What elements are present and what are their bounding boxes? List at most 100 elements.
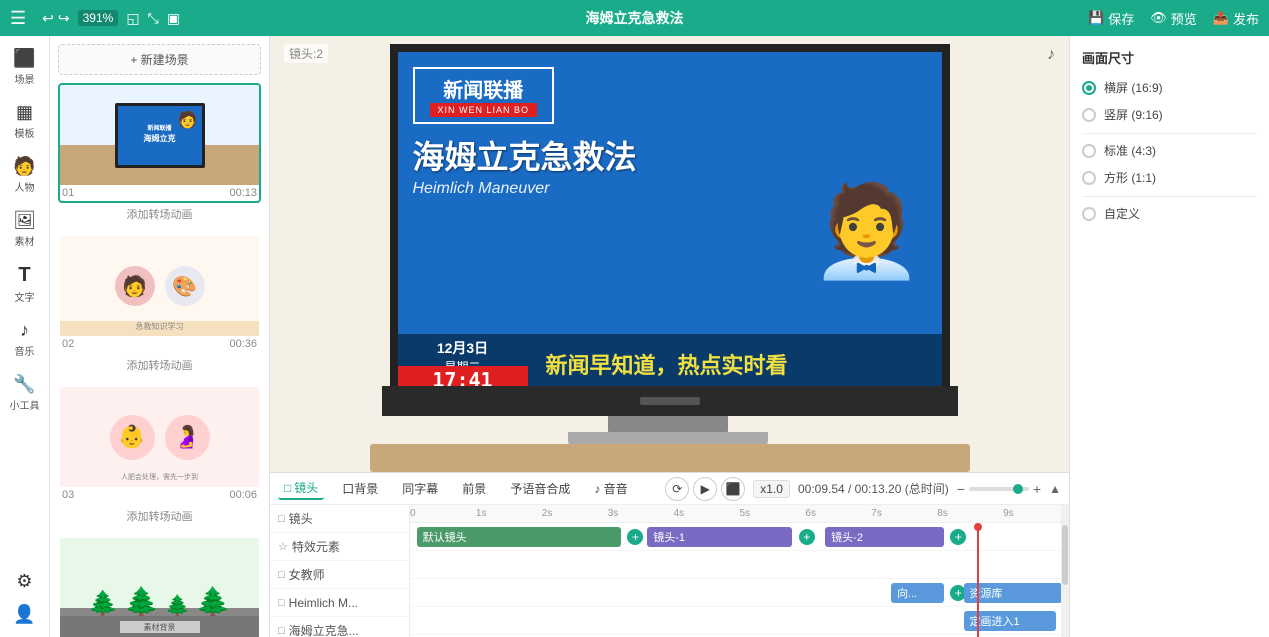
ruler-mark-0: 0 xyxy=(410,508,416,519)
speed-selector[interactable]: x1.0 xyxy=(753,480,790,498)
sidebar-item-material[interactable]: 🖼 素材 xyxy=(2,204,48,254)
sidebar-item-music[interactable]: ♪ 音乐 xyxy=(2,314,48,364)
radio-standard[interactable] xyxy=(1082,144,1096,158)
ruler-mark-6s: 6s xyxy=(805,508,816,519)
sidebar-item-template[interactable]: ▦ 模板 xyxy=(2,96,48,146)
tv-content: 新闻联播 XIN WEN LIAN BO 海姆立克急救法 Heimlich Ma… xyxy=(398,52,942,394)
sidebar-item-tools[interactable]: 🔧 小工具 xyxy=(2,368,48,418)
add-clip-btn-2[interactable]: + xyxy=(799,529,815,545)
ruler-mark-8s: 8s xyxy=(937,508,948,519)
fullscreen-icon[interactable]: ◱ xyxy=(126,10,139,27)
timeline-area: □ 镜头 口背景 同字幕 前景 予语音合成 ♪ 音音 xyxy=(270,472,1069,637)
scene-thumbnail-4[interactable]: 🌲 🌲 🌲 🌲 素材背景 04 00:06 xyxy=(58,536,261,637)
redo-button[interactable]: ↪ xyxy=(58,10,70,27)
undo-button[interactable]: ↩ xyxy=(42,10,54,27)
aspect-option-widescreen[interactable]: 横屏 (16:9) xyxy=(1082,79,1257,96)
scene-thumbnail-1[interactable]: 新闻联播海姆立克 🧑 01 00:13 xyxy=(58,83,261,203)
tl-subtitle-tab[interactable]: 同字幕 xyxy=(396,478,444,499)
account-icon: 👤 xyxy=(13,604,35,625)
clip-shot-2[interactable]: 镜头-2 xyxy=(825,527,944,547)
character-icon: 🧑 xyxy=(13,156,35,177)
tl-shot-tab[interactable]: □ 镜头 xyxy=(278,477,324,500)
effects-track xyxy=(410,551,1069,579)
timeline-collapse-button[interactable]: ▲ xyxy=(1049,482,1061,496)
teacher-track: 向... + 资源库 xyxy=(410,579,1069,607)
teacher-label-icon: □ xyxy=(278,569,285,581)
heimlich-track: 定画进入1 + xyxy=(410,607,1069,635)
anchor-figure: 🧑‍💼 xyxy=(810,187,922,277)
track-label-news: □ 海姆立克急... xyxy=(270,617,409,637)
add-clip-btn-1[interactable]: + xyxy=(627,529,643,545)
zoom-slider-thumb[interactable] xyxy=(1013,484,1023,494)
clip-teacher-1[interactable]: 向... xyxy=(891,583,944,603)
scene-thumb-image-1: 新闻联播海姆立克 🧑 xyxy=(60,85,259,185)
aspect-option-custom[interactable]: 自定义 xyxy=(1082,205,1257,222)
playhead-handle[interactable] xyxy=(974,523,982,531)
undo-redo-group: ↩ ↪ xyxy=(42,10,69,27)
sidebar-item-scene[interactable]: ⬛ 场景 xyxy=(2,42,48,92)
save-button[interactable]: 💾 保存 xyxy=(1088,9,1134,28)
news-anchor: 🧑‍💼 xyxy=(802,57,932,277)
scene-list: 新闻联播海姆立克 🧑 01 00:13 添加转场动画 🧑 xyxy=(50,83,269,637)
clip-default-shot[interactable]: 默认镜头 xyxy=(417,527,621,547)
aspect-option-standard[interactable]: 标准 (4:3) xyxy=(1082,142,1257,159)
document-title: 海姆立克急救法 xyxy=(586,8,684,28)
tv-desk xyxy=(370,444,970,472)
tl-voice-tab[interactable]: 予语音合成 xyxy=(504,478,576,499)
shot-icon: □ xyxy=(284,481,291,495)
playhead[interactable] xyxy=(977,523,979,637)
topbar-left: ☰ ↩ ↪ 391% ◱ ⤡ ▣ xyxy=(10,8,180,29)
ruler-mark-3s: 3s xyxy=(608,508,619,519)
settings-icon: ⚙ xyxy=(16,571,32,592)
scrollbar-thumb[interactable] xyxy=(1062,525,1068,585)
scene-duration-2: 00:36 xyxy=(229,338,257,350)
tl-foreground-tab[interactable]: 前景 xyxy=(456,478,492,499)
zoom-level[interactable]: 391% xyxy=(78,10,119,26)
tl-sound-tab[interactable]: ♪ 音音 xyxy=(588,478,633,499)
zoom-in-button[interactable]: + xyxy=(1033,481,1041,497)
radio-widescreen[interactable] xyxy=(1082,81,1096,95)
radio-portrait[interactable] xyxy=(1082,108,1096,122)
scene-id-3: 03 xyxy=(62,489,74,501)
add-scene-button[interactable]: + 新建场景 xyxy=(58,44,261,75)
play-button[interactable]: ▶ xyxy=(693,477,717,501)
aspect-option-square[interactable]: 方形 (1:1) xyxy=(1082,169,1257,186)
expand-icon[interactable]: ⤡ xyxy=(148,10,159,27)
scene-thumbnail-3[interactable]: 👶 🤰 人肥会处理，需先一步到 03 00:06 xyxy=(58,385,261,505)
stop-button[interactable]: ⬛ xyxy=(721,477,745,501)
track-label-effects: ☆ 特效元素 xyxy=(270,533,409,561)
ruler-mark-7s: 7s xyxy=(871,508,882,519)
clip-shot-1[interactable]: 镜头-1 xyxy=(647,527,792,547)
aspect-option-portrait[interactable]: 竖屏 (9:16) xyxy=(1082,106,1257,123)
scene-thumbnail-2[interactable]: 🧑 🎨 急救知识学习 02 00:36 xyxy=(58,234,261,354)
list-item: 👶 🤰 人肥会处理，需先一步到 03 00:06 添加转场动画 xyxy=(58,385,261,532)
ruler-mark-1s: 1s xyxy=(476,508,487,519)
sidebar-item-character[interactable]: 🧑 人物 xyxy=(2,150,48,200)
layout-icon[interactable]: ▣ xyxy=(167,10,180,27)
playback-buttons: ⟳ ▶ ⬛ xyxy=(665,477,745,501)
horizontal-scrollbar[interactable] xyxy=(1061,505,1069,637)
ticker-text: 新闻早知道，热点实时看 xyxy=(528,334,942,394)
news-title-en: XIN WEN LIAN BO xyxy=(430,103,538,117)
publish-button[interactable]: 📤 发布 xyxy=(1213,9,1259,28)
music-toggle[interactable]: ♪ xyxy=(1047,46,1055,64)
radio-square[interactable] xyxy=(1082,171,1096,185)
sidebar-item-account[interactable]: 👤 xyxy=(2,598,48,631)
zoom-out-button[interactable]: − xyxy=(957,481,965,497)
add-clip-btn-3[interactable]: + xyxy=(950,529,966,545)
add-animation-3[interactable]: 添加转场动画 xyxy=(58,505,261,532)
rewind-button[interactable]: ⟳ xyxy=(665,477,689,501)
add-animation-2[interactable]: 添加转场动画 xyxy=(58,354,261,381)
add-animation-1[interactable]: 添加转场动画 xyxy=(58,203,261,230)
scene-icon: ⬛ xyxy=(13,48,35,69)
menu-icon[interactable]: ☰ xyxy=(10,8,26,29)
sidebar-item-text[interactable]: T 文字 xyxy=(2,258,48,310)
tl-bg-tab[interactable]: 口背景 xyxy=(336,478,384,499)
list-item: 🌲 🌲 🌲 🌲 素材背景 04 00:06 xyxy=(58,536,261,637)
text-icon: T xyxy=(18,264,30,287)
radio-custom[interactable] xyxy=(1082,207,1096,221)
sidebar-item-settings[interactable]: ⚙ xyxy=(2,565,48,598)
preview-button[interactable]: 👁 预览 xyxy=(1150,9,1197,28)
tv-screen: 新闻联播 XIN WEN LIAN BO 海姆立克急救法 Heimlich Ma… xyxy=(390,44,950,394)
list-item: 🧑 🎨 急救知识学习 02 00:36 添加转场动画 xyxy=(58,234,261,381)
